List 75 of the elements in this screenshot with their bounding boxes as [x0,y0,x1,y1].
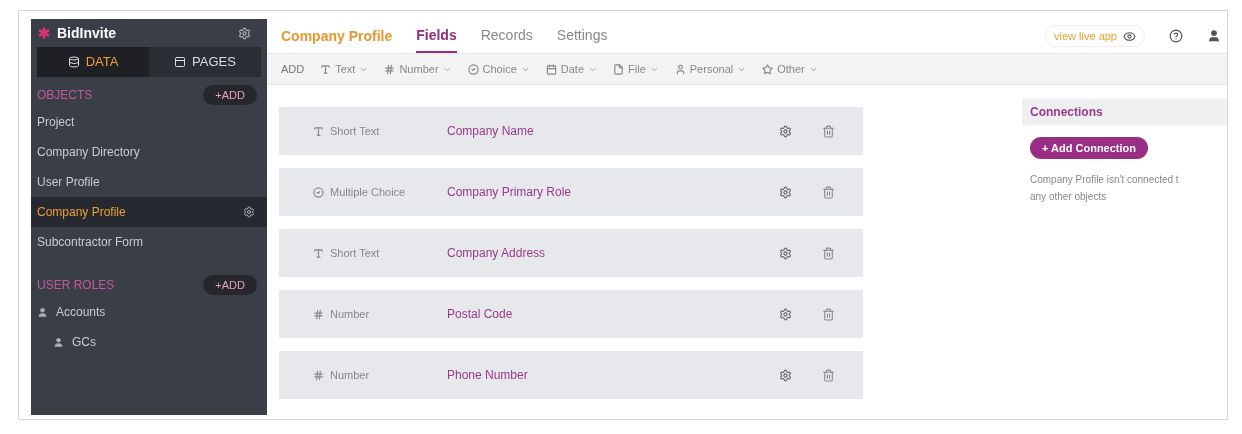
object-title: Company Profile [281,26,393,46]
trash-icon[interactable] [822,185,835,199]
file-icon [613,63,625,75]
field-name: Postal Code [447,306,514,323]
hash-icon [313,369,324,381]
trash-icon[interactable] [822,124,835,138]
settings-icon[interactable] [779,246,792,260]
field-name: Company Primary Role [447,184,573,201]
user-icon[interactable] [1207,29,1221,43]
calendar-icon [545,63,557,75]
field-type-menu[interactable]: Date [545,60,598,78]
trash-icon[interactable] [822,307,835,321]
sidebar-item[interactable]: Subcontractor Form [31,227,267,257]
person-icon [37,306,48,318]
field-name: Company Name [447,123,535,140]
app-name: BidInvite [57,23,117,43]
person-icon [53,336,64,348]
trash-icon[interactable] [822,368,835,382]
sidebar-item[interactable]: Accounts [31,297,267,327]
sidebar-item[interactable]: Company Profile [31,197,267,227]
person-icon [674,63,686,75]
check-circle-icon [313,186,324,198]
add-button[interactable]: +ADD [203,275,257,295]
settings-icon[interactable] [779,124,792,138]
hash-icon [313,308,324,320]
header-tab[interactable]: Records [480,19,533,53]
header-tab[interactable]: Settings [556,19,608,53]
star-icon [762,63,774,75]
sidebar-item[interactable]: User Profile [31,167,267,197]
field-type: Short Text [330,245,380,261]
field-type-menu[interactable]: Choice [467,60,530,78]
field-type: Number [330,367,370,383]
field-name: Phone Number [447,367,529,384]
settings-icon[interactable] [779,368,792,382]
letter-icon [313,125,324,137]
help-icon[interactable] [1169,29,1183,43]
settings-icon[interactable] [779,307,792,321]
field-type-menu[interactable]: Personal [674,60,747,78]
sidebar-tab[interactable]: DATA [37,47,149,77]
settings-icon[interactable] [238,26,251,40]
add-connection-button[interactable]: + Add Connection [1030,137,1148,159]
eye-icon [1123,29,1136,43]
check-circle-icon [467,63,479,75]
field-type-menu[interactable]: Other [762,60,818,78]
sidebar-item[interactable]: Project [31,107,267,137]
add-label: ADD [281,61,305,77]
add-button[interactable]: +ADD [203,85,257,105]
database-icon [67,56,80,68]
settings-icon[interactable] [779,185,792,199]
sidebar-tab[interactable]: PAGES [149,47,261,77]
section-heading: USER ROLES [37,277,115,294]
field-row[interactable]: Short Text Company Name [279,107,863,155]
connections-note: any other objects [1030,190,1108,204]
field-name: Company Address [447,245,547,262]
field-type: Short Text [330,123,380,139]
trash-icon[interactable] [822,246,835,260]
field-row[interactable]: Multiple Choice Company Primary Role [279,168,863,216]
hash-icon [384,63,396,75]
settings-icon[interactable] [243,206,255,218]
connections-note: Company Profile isn't connected t [1030,173,1180,187]
field-type-menu[interactable]: Number [384,60,452,78]
field-type: Number [330,306,370,322]
field-type: Multiple Choice [330,184,406,200]
field-type-menu[interactable]: File [613,60,659,78]
field-type-menu[interactable]: Text [320,60,369,78]
connections-header: Connections [1022,99,1227,125]
field-row[interactable]: Number Postal Code [279,290,863,338]
letter-icon [313,247,324,259]
section-heading: OBJECTS [37,87,93,104]
window-icon [174,56,187,68]
sidebar-item[interactable]: GCs [31,327,267,357]
field-row[interactable]: Short Text Company Address [279,229,863,277]
letter-icon [320,63,332,75]
field-row[interactable]: Number Phone Number [279,351,863,399]
sidebar-item[interactable]: Company Directory [31,137,267,167]
